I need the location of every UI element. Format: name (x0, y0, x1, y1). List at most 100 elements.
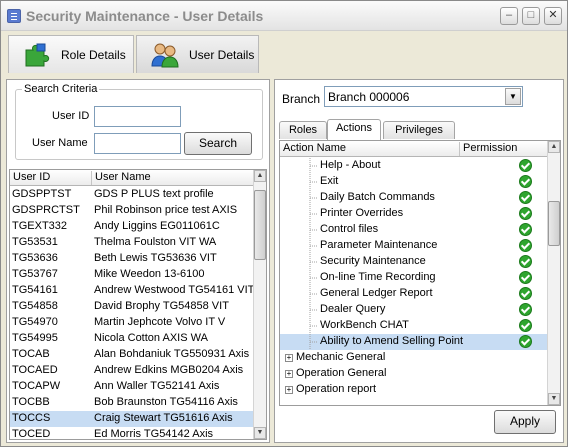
check-icon[interactable] (519, 223, 532, 236)
tree-group-node[interactable]: + Operation General (280, 366, 548, 382)
tree-leaf-node[interactable]: On-line Time Recording (280, 270, 548, 286)
search-criteria-title: Search Criteria (22, 83, 100, 95)
cell-user-id: TG53767 (12, 268, 58, 280)
table-row[interactable]: TOCAED Andrew Edkins MGB0204 Axis (10, 363, 254, 379)
users-grid: User ID User Name GDSPPTST GDS P PLUS tex… (9, 169, 267, 440)
check-icon[interactable] (519, 271, 532, 284)
scroll-up-arrow-icon[interactable]: ▲ (254, 170, 266, 182)
tab-user-details[interactable]: User Details (136, 35, 259, 73)
table-row[interactable]: TG54970 Martin Jephcote Volvo IT V (10, 315, 254, 331)
cell-user-name: Ann Waller TG52141 Axis (94, 380, 220, 392)
column-header-user-id[interactable]: User ID (10, 171, 92, 185)
column-header-user-name[interactable]: User Name (92, 171, 254, 185)
check-icon[interactable] (519, 159, 532, 172)
maximize-button[interactable]: □ (522, 7, 540, 25)
tree-node-label: Printer Overrides (320, 207, 404, 219)
scroll-down-arrow-icon[interactable]: ▼ (548, 393, 560, 405)
minimize-button[interactable]: – (500, 7, 518, 25)
tree-leaf-node[interactable]: Parameter Maintenance (280, 238, 548, 254)
cell-user-name: Andy Liggins EG011061C (94, 220, 220, 232)
check-icon[interactable] (519, 175, 532, 188)
search-criteria-group: Search Criteria User ID User Name Search (15, 83, 263, 160)
cell-user-id: TOCBB (12, 396, 50, 408)
cell-user-id: TG54161 (12, 284, 58, 296)
tree-leaf-node[interactable]: Control files (280, 222, 548, 238)
tree-connector-lines (309, 286, 318, 302)
scroll-thumb[interactable] (548, 201, 560, 246)
tree-leaf-node[interactable]: Exit (280, 174, 548, 190)
users-icon (151, 43, 179, 68)
expand-plus-icon[interactable]: + (285, 370, 293, 378)
tree-node-label: Daily Batch Commands (320, 191, 435, 203)
tree-node-label: Operation report (296, 383, 377, 395)
tree-node-label: Control files (320, 223, 379, 235)
branch-label: Branch (282, 92, 321, 106)
table-row[interactable]: TG54995 Nicola Cotton AXIS WA (10, 331, 254, 347)
table-row[interactable]: TG53531 Thelma Foulston VIT WA (10, 235, 254, 251)
tree-leaf-node[interactable]: Dealer Query (280, 302, 548, 318)
tab-actions[interactable]: Actions (327, 119, 381, 140)
check-icon[interactable] (519, 335, 532, 348)
column-header-action-name[interactable]: Action Name (280, 142, 460, 156)
table-row[interactable]: TOCED Ed Morris TG54142 Axis (10, 427, 254, 439)
table-row[interactable]: TOCBB Bob Braunston TG54116 Axis (10, 395, 254, 411)
cell-user-name: Mike Weedon 13-6100 (94, 268, 205, 280)
tree-group-node[interactable]: + Mechanic General (280, 350, 548, 366)
table-row[interactable]: TGEXT332 Andy Liggins EG011061C (10, 219, 254, 235)
user-search-pane: Search Criteria User ID User Name Search… (6, 79, 270, 443)
scroll-up-arrow-icon[interactable]: ▲ (548, 141, 560, 153)
check-icon[interactable] (519, 255, 532, 268)
tree-leaf-node[interactable]: WorkBench CHAT (280, 318, 548, 334)
tree-group-node[interactable]: + Operation report (280, 382, 548, 398)
expand-plus-icon[interactable]: + (285, 386, 293, 394)
close-button[interactable]: ✕ (544, 7, 562, 25)
title-bar[interactable]: Security Maintenance - User Details – □ … (1, 1, 567, 31)
column-header-permission[interactable]: Permission (460, 142, 548, 156)
tree-connector-lines (309, 206, 318, 222)
branch-select[interactable]: Branch 000006 ▼ (324, 86, 523, 107)
tree-leaf-node[interactable]: Ability to Amend Selling Point (280, 334, 548, 350)
tab-roles[interactable]: Roles (279, 121, 327, 139)
user-name-input[interactable] (94, 133, 181, 154)
table-row[interactable]: TG53767 Mike Weedon 13-6100 (10, 267, 254, 283)
tree-connector-lines (309, 158, 318, 174)
table-row[interactable]: TOCAPW Ann Waller TG52141 Axis (10, 379, 254, 395)
table-row[interactable]: TOCCS Craig Stewart TG51616 Axis (10, 411, 254, 427)
check-icon[interactable] (519, 319, 532, 332)
tab-role-details[interactable]: Role Details (8, 35, 134, 73)
inner-tabs: Roles Actions Privileges (279, 119, 559, 140)
cell-user-name: Bob Braunston TG54116 Axis (94, 396, 238, 408)
tree-leaf-node[interactable]: Daily Batch Commands (280, 190, 548, 206)
table-row[interactable]: GDSPRCTST Phil Robinson price test AXIS (10, 203, 254, 219)
cell-user-name: David Brophy TG54858 VIT (94, 300, 229, 312)
table-row[interactable]: TG54161 Andrew Westwood TG54161 VIT (10, 283, 254, 299)
check-icon[interactable] (519, 191, 532, 204)
table-row[interactable]: TG53636 Beth Lewis TG53636 VIT (10, 251, 254, 267)
cell-user-name: Nicola Cotton AXIS WA (94, 332, 208, 344)
permissions-pane: Branch Branch 000006 ▼ Roles Actions Pri… (274, 79, 564, 443)
tree-connector-lines (309, 254, 318, 270)
apply-button[interactable]: Apply (494, 410, 556, 434)
tree-leaf-node[interactable]: Help - About (280, 158, 548, 174)
scroll-down-arrow-icon[interactable]: ▼ (254, 427, 266, 439)
tree-leaf-node[interactable]: Printer Overrides (280, 206, 548, 222)
table-row[interactable]: GDSPPTST GDS P PLUS text profile (10, 187, 254, 203)
table-row[interactable]: TG54858 David Brophy TG54858 VIT (10, 299, 254, 315)
expand-plus-icon[interactable]: + (285, 354, 293, 362)
check-icon[interactable] (519, 207, 532, 220)
tab-privileges[interactable]: Privileges (383, 121, 455, 139)
scroll-thumb[interactable] (254, 190, 266, 260)
check-icon[interactable] (519, 239, 532, 252)
actions-tree-scrollbar[interactable]: ▲ ▼ (547, 141, 560, 405)
tree-leaf-node[interactable]: Security Maintenance (280, 254, 548, 270)
puzzle-icon (25, 43, 50, 67)
check-icon[interactable] (519, 303, 532, 316)
users-grid-scrollbar[interactable]: ▲ ▼ (253, 170, 266, 439)
table-row[interactable]: TOCAB Alan Bohdaniuk TG550931 Axis (10, 347, 254, 363)
tree-leaf-node[interactable]: General Ledger Report (280, 286, 548, 302)
user-id-input[interactable] (94, 106, 181, 127)
main-window: Security Maintenance - User Details – □ … (0, 0, 568, 447)
check-icon[interactable] (519, 287, 532, 300)
search-button[interactable]: Search (184, 132, 252, 155)
chevron-down-icon[interactable]: ▼ (505, 88, 521, 105)
